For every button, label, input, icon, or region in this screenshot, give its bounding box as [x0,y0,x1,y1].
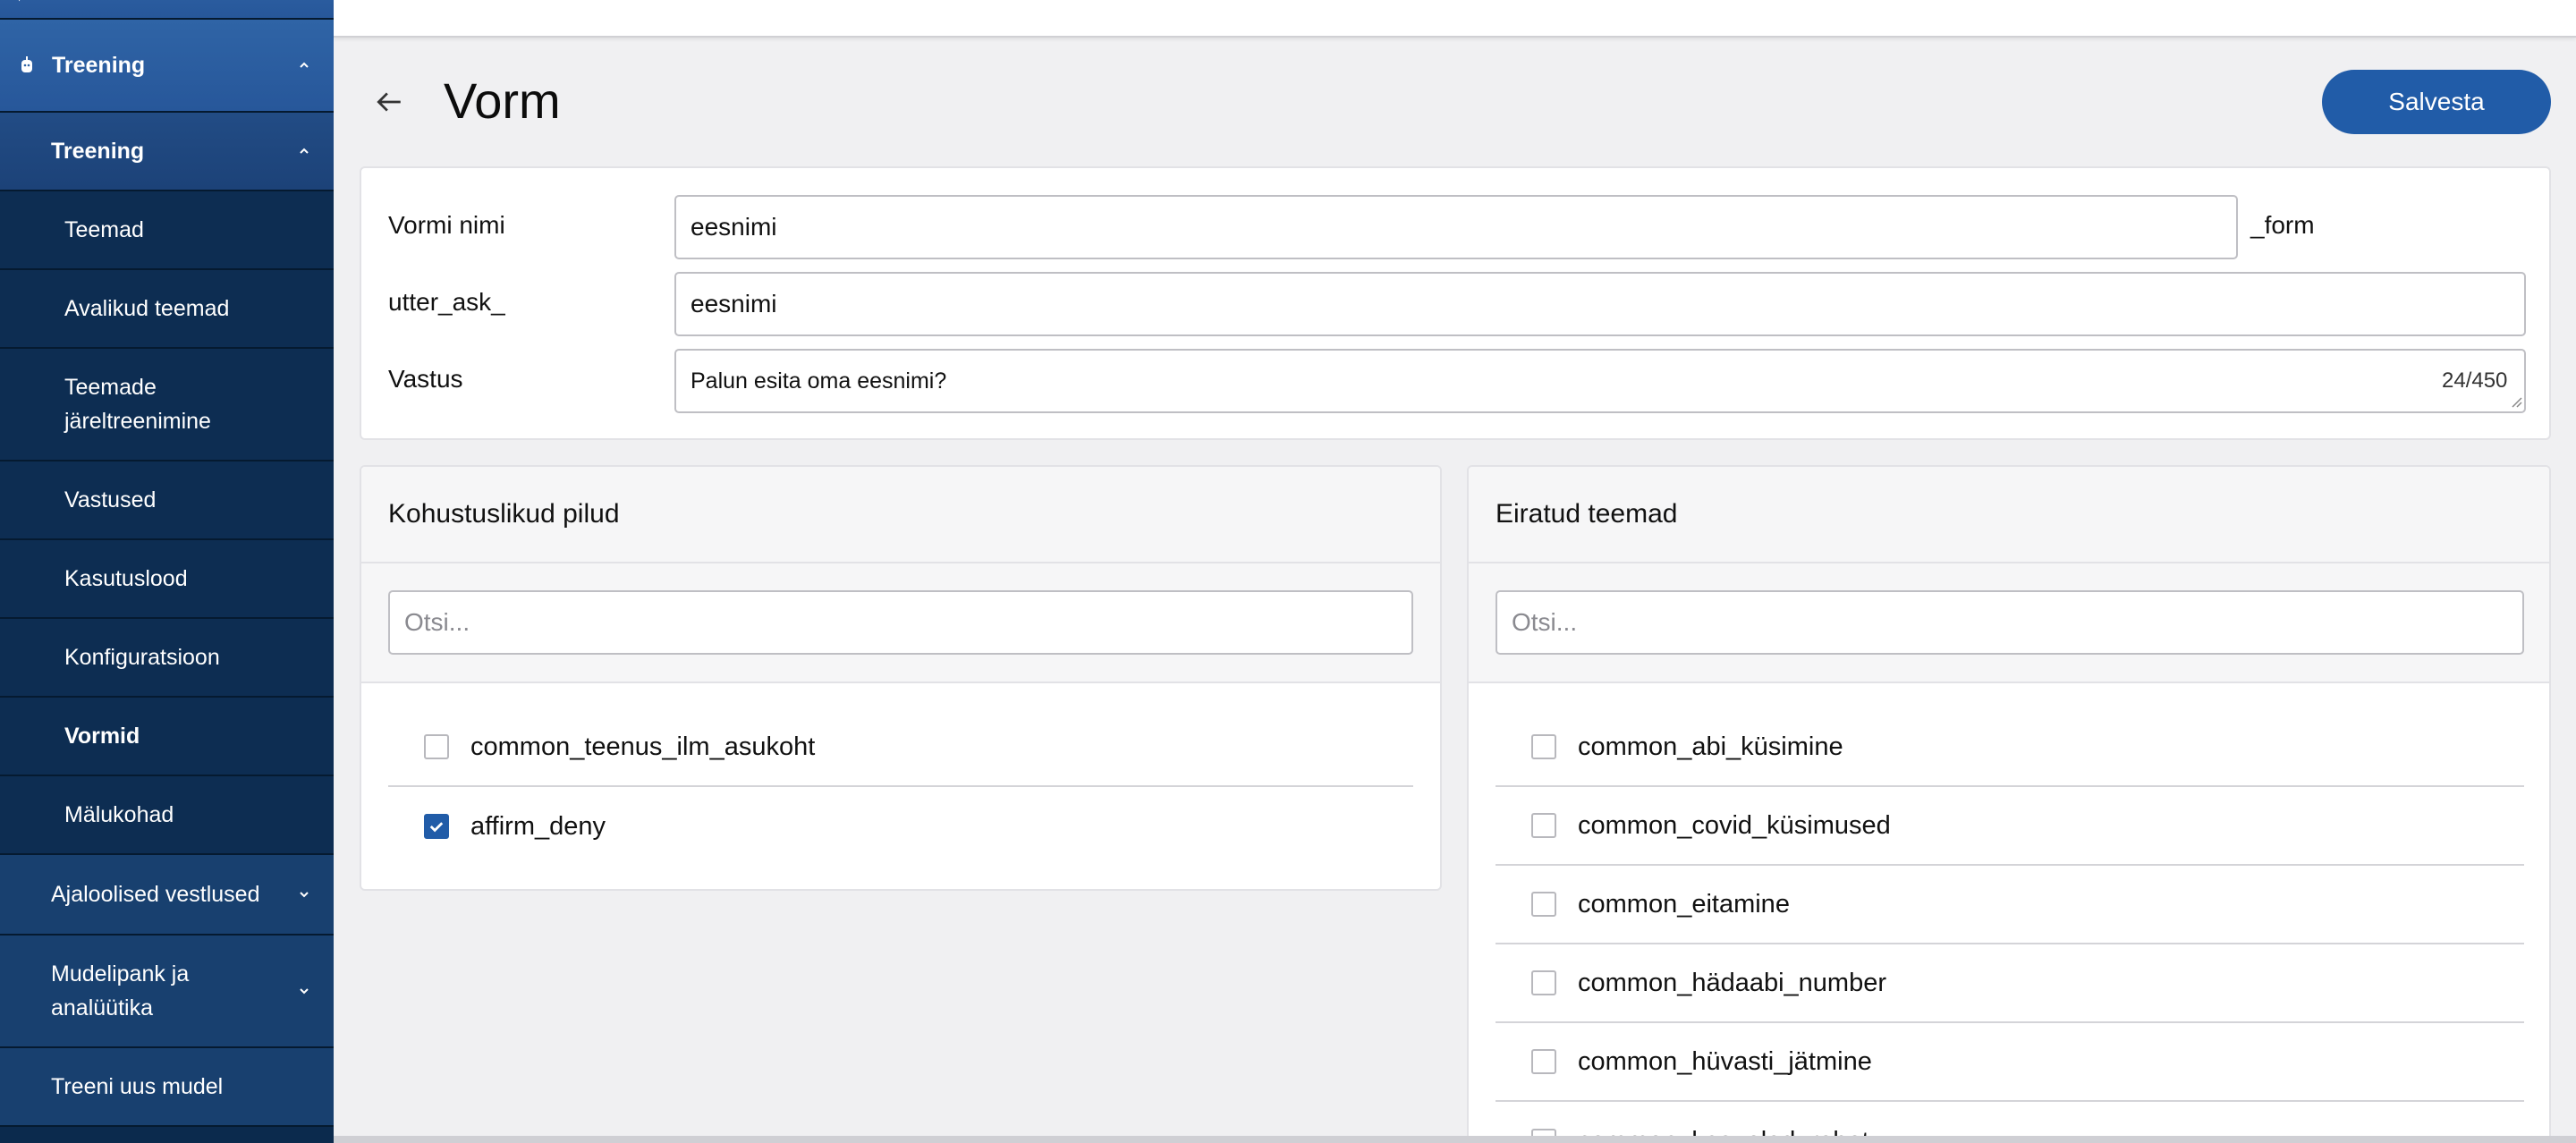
utter-input[interactable]: eesnimi [674,272,2526,336]
list-item-label: common_abi_küsimine [1578,732,1843,761]
list-item-label: affirm_deny [470,811,606,841]
sidebar-item-vastused[interactable]: Vastused [0,461,334,540]
answer-text: Palun esita oma eesnimi? [691,368,947,394]
sidebar-item-label: Treening [51,139,145,164]
checkbox[interactable] [1531,1049,1556,1074]
list-item[interactable]: common_abi_küsimine [1496,708,2524,787]
search-band: Otsi... [1469,563,2549,683]
sidebar-item-label: Mälukohad [64,802,174,827]
arrow-left-icon [377,92,401,112]
panel-header: Eiratud teemad [1469,467,2549,563]
chevron-up-icon [294,141,314,161]
search-band: Otsi... [361,563,1440,683]
list-item-label: common_eitamine [1578,889,1790,919]
panel-title: Kohustuslikud pilud [388,499,620,529]
sidebar-item-treening-sub[interactable]: Treening [0,113,334,191]
checkbox[interactable] [1531,813,1556,838]
answer-textarea[interactable]: Palun esita oma eesnimi? [674,349,2526,413]
sidebar-item-kasutuslood[interactable]: Kasutuslood [0,540,334,619]
sidebar-item-vormid[interactable]: Vormid [0,698,334,776]
sidebar-item-malukohad[interactable]: Mälukohad [0,776,334,855]
list-item[interactable]: common_hädaabi_number [1496,944,2524,1023]
sidebar-item-teemade-jareltreenimine[interactable]: Teemade järeltreenimine [0,349,334,461]
checkbox[interactable] [1531,734,1556,759]
list-item[interactable]: common_hüvasti_jätmine [1496,1023,2524,1102]
chat-icon [16,0,38,4]
list-item[interactable]: affirm_deny [388,787,1413,866]
sidebar-item-label: Teemad [64,217,144,242]
save-button[interactable]: Salvesta [2322,70,2551,134]
robot-icon [16,55,38,76]
sidebar-item-label: Treeni uus mudel [51,1074,224,1099]
sidebar-item-label: Ajaloolised vestlused [51,882,260,907]
sidebar-item-label: Treening [52,53,146,78]
panel-header: Kohustuslikud pilud [361,467,1440,563]
sidebar-item-treeni-uus-mudel[interactable]: Treeni uus mudel [0,1048,334,1127]
panel-title: Eiratud teemad [1496,499,1678,529]
sidebar-item-label: Kasutuslood [64,566,188,591]
sidebar-item-avalikud-teemad[interactable]: Avalikud teemad [0,270,334,349]
sidebar-item-label: Vormid [64,724,140,749]
list-item[interactable]: common_eitamine [1496,866,2524,944]
form-name-suffix: _form [2250,211,2315,239]
form-name-input[interactable]: eesnimi [674,195,2238,259]
top-bar [334,0,2576,38]
sidebar-item-mudelipank[interactable]: Mudelipank ja analüütika [0,936,334,1048]
sidebar-item-ajaloolised-vestlused[interactable]: Ajaloolised vestlused [0,855,334,936]
sidebar-item-label: Vastused [64,487,157,512]
checkbox[interactable] [424,734,449,759]
required-slots-panel: Kohustuslikud pilud Otsi... common_teenu… [360,465,1442,891]
form-name-label: Vormi nimi [388,211,505,239]
checkbox[interactable] [1531,970,1556,995]
sidebar-item-treening[interactable]: Treening [0,20,334,113]
ignored-intents-panel: Eiratud teemad Otsi... common_abi_küsimi… [1467,465,2551,1143]
resize-handle-icon[interactable] [2510,395,2522,408]
status-strip [334,1136,2576,1143]
answer-label: Vastus [388,365,463,393]
chevron-down-icon [294,981,314,1001]
search-input[interactable]: Otsi... [1496,590,2524,655]
sidebar-item-teemad[interactable]: Teemad [0,191,334,270]
sidebar-item-label: Mudelipank ja analüütika [51,961,190,1020]
list-item[interactable]: common_teenus_ilm_asukoht [388,708,1413,787]
checkbox-checked[interactable] [424,814,449,839]
check-icon [429,822,444,833]
answer-char-counter: 24/450 [2442,368,2508,393]
sidebar-item-label: Konfiguratsioon [64,645,220,670]
sidebar-item-vestlus[interactable]: Vestlus [0,0,334,20]
back-button[interactable] [371,84,407,120]
list-item-label: common_hüvasti_jätmine [1578,1046,1872,1076]
list-item-label: common_covid_küsimused [1578,810,1891,840]
list-item[interactable]: common_covid_küsimused [1496,787,2524,866]
sidebar-item-label: Vestlus [52,0,131,10]
list-item-label: common_teenus_ilm_asukoht [470,732,816,761]
checkbox[interactable] [1531,892,1556,917]
sidebar-item-label: Teemade järeltreenimine [64,375,211,434]
sidebar: Vestlus Treening Treening Teemad Avaliku… [0,0,334,1143]
sidebar-item-label: Avalikud teemad [64,296,230,321]
page-title: Vorm [444,72,561,129]
chevron-down-icon [294,885,314,904]
list-item-label: common_hädaabi_number [1578,968,1886,997]
utter-label: utter_ask_ [388,288,505,316]
form-details-card: Vormi nimi eesnimi _form utter_ask_ eesn… [360,166,2551,440]
search-input[interactable]: Otsi... [388,590,1413,655]
sidebar-item-konfiguratsioon[interactable]: Konfiguratsioon [0,619,334,698]
chevron-up-icon [294,55,314,75]
